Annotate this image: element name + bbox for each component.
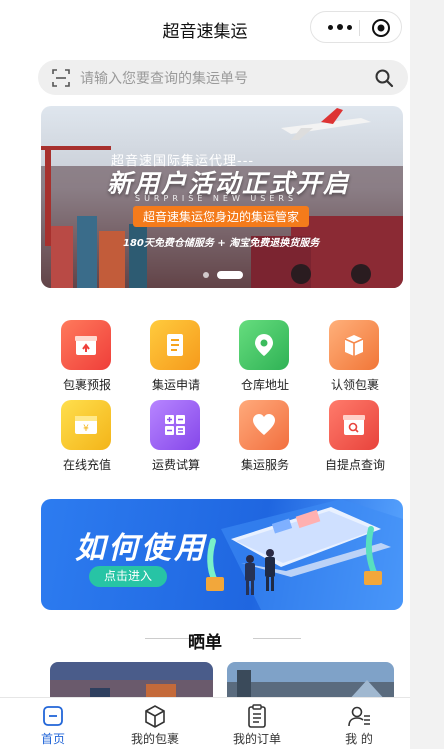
- calculator-icon: [150, 400, 200, 450]
- banner-offer-line: 180天免费仓储服务 + 淘宝免费退换货服务: [123, 238, 320, 249]
- showcase-photo[interactable]: [227, 662, 394, 702]
- grid-item-label: 自提点查询: [324, 458, 385, 472]
- carousel-dot[interactable]: [203, 272, 209, 278]
- side-margin: [410, 0, 444, 749]
- tab-profile[interactable]: 我 的: [308, 698, 410, 749]
- tab-bar: 首页 我的包裹 我的订单 我 的: [0, 697, 410, 749]
- grid-item-consolidation-apply[interactable]: 集运申请: [130, 320, 222, 392]
- enter-button[interactable]: 点击进入: [89, 566, 167, 587]
- tab-label: 首页: [40, 732, 65, 746]
- grid-item-label: 集运申请: [151, 378, 200, 392]
- close-target-icon[interactable]: [371, 18, 391, 38]
- location-pin-icon: [239, 320, 289, 370]
- home-icon: [43, 706, 63, 726]
- svg-text:¥: ¥: [83, 424, 89, 434]
- how-to-use-title: 如何使用: [75, 531, 207, 566]
- tab-my-packages[interactable]: 我的包裹: [104, 698, 206, 749]
- grid-item-label: 包裹预报: [62, 378, 111, 392]
- grid-item-consolidation-service[interactable]: 集运服务: [219, 400, 311, 472]
- home-page: 超音速集运 请输入您要查询的集运单号 超音速国际集运代理--- 新用户活动正式开…: [0, 0, 410, 749]
- grid-item-freight-calculator[interactable]: 运费试算: [130, 400, 222, 472]
- navigation-bar: 超音速集运: [0, 0, 410, 56]
- search-input[interactable]: 请输入您要查询的集运单号: [80, 68, 248, 88]
- grid-item-pickup-point-search[interactable]: 自提点查询: [309, 400, 401, 472]
- more-menu-icon[interactable]: [323, 12, 357, 42]
- grid-item-label: 集运服务: [240, 458, 289, 472]
- box-icon: [61, 320, 111, 370]
- heart-icon: [239, 400, 289, 450]
- package-tab-icon: [145, 705, 165, 728]
- showcase-header: 晒单: [0, 626, 410, 653]
- showcase-title: 晒单: [188, 633, 222, 653]
- grid-item-claim-package[interactable]: 认领包裹: [309, 320, 401, 392]
- grid-item-online-recharge[interactable]: ¥ 在线充值: [41, 400, 133, 472]
- profile-icon: [348, 706, 370, 727]
- grid-item-label: 运费试算: [151, 458, 200, 472]
- capsule-divider: [359, 20, 360, 36]
- grid-item-warehouse-address[interactable]: 仓库地址: [219, 320, 311, 392]
- promo-banner[interactable]: 超音速国际集运代理--- 新用户活动正式开启 SURPRISE NEW USER…: [41, 106, 403, 288]
- search-bar[interactable]: 请输入您要查询的集运单号: [38, 60, 408, 95]
- divider-line: [253, 638, 301, 639]
- mini-program-capsule: [310, 11, 402, 43]
- document-icon: [150, 320, 200, 370]
- grid-item-label: 认领包裹: [330, 378, 379, 392]
- scan-icon[interactable]: [52, 69, 70, 87]
- tab-home[interactable]: 首页: [2, 698, 104, 749]
- search-icon[interactable]: [374, 68, 394, 88]
- banner-slogan-pill: 超音速集运您身边的集运管家: [133, 206, 310, 227]
- how-to-use-banner[interactable]: 如何使用 点击进入: [41, 499, 403, 610]
- store-search-icon: [329, 400, 379, 450]
- tab-my-orders[interactable]: 我的订单: [206, 698, 308, 749]
- banner-english-tagline: SURPRISE NEW USERS: [135, 194, 298, 203]
- grid-item-package-forecast[interactable]: 包裹预报: [41, 320, 133, 392]
- wallet-icon: ¥: [61, 400, 111, 450]
- grid-item-label: 在线充值: [62, 458, 111, 472]
- grid-item-label: 仓库地址: [240, 378, 289, 392]
- carousel-dot-active[interactable]: [217, 271, 243, 279]
- package-icon: [329, 320, 379, 370]
- tab-label: 我的订单: [232, 732, 281, 746]
- clipboard-icon: [248, 704, 266, 728]
- showcase-photo[interactable]: [50, 662, 213, 702]
- tab-label: 我 的: [345, 732, 373, 746]
- tab-label: 我的包裹: [130, 732, 179, 746]
